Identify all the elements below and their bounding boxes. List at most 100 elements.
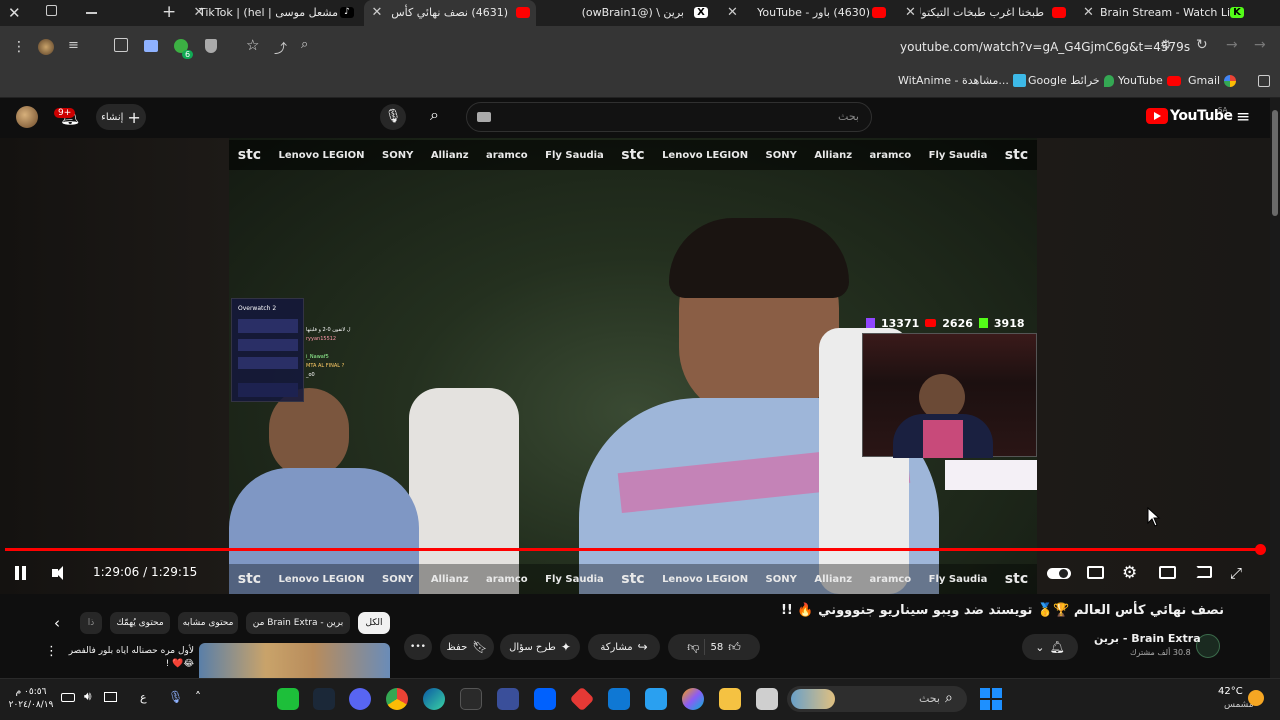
rec-thumbnail[interactable] — [199, 643, 390, 678]
bookmark-witanime[interactable]: WitAnime - مشاهدة... — [898, 74, 1026, 87]
zoom-icon[interactable]: ⌕ — [301, 37, 308, 52]
settings-button[interactable]: ⚙ — [1122, 563, 1142, 583]
tab-youtube-bawr[interactable]: (4630) باور - YouTube — [742, 0, 902, 26]
close-window-icon[interactable]: ✕ — [8, 4, 21, 22]
xbox-app-icon[interactable] — [277, 688, 299, 710]
chip-from-channel[interactable]: من Brain Extra - برين — [246, 612, 350, 634]
share-button[interactable]: مشاركة ↪ — [588, 634, 660, 660]
extensions-icon[interactable] — [114, 38, 128, 52]
extension-icon[interactable] — [144, 40, 158, 52]
clock[interactable]: ٠٥:٥٦ م ٢٠٢٤/٠٨/١٩ — [8, 686, 54, 712]
miniplayer-button[interactable] — [1158, 563, 1178, 583]
more-actions-button[interactable]: ••• — [404, 634, 432, 660]
fullscreen-button[interactable]: ⤢ — [1230, 563, 1250, 583]
file-explorer-icon[interactable] — [719, 688, 741, 710]
search-button-icon[interactable]: ⌕ — [430, 105, 439, 125]
launcher-icon[interactable] — [497, 688, 519, 710]
youtube-header: 🔔︎ 9+ إنشاء + 🎙︎ ⌕ بحث YouTube SA ≡ — [0, 98, 1270, 138]
tab-tiktok[interactable]: ✕ مشعل موسى | TikTok | (hel ♪ — [188, 0, 363, 26]
youtube-icon — [1052, 7, 1066, 18]
tab-kick[interactable]: Brain Stream - Watch Live K — [1100, 0, 1250, 26]
pause-button[interactable] — [12, 563, 32, 583]
chrome-icon[interactable] — [386, 688, 408, 710]
save-button[interactable]: حفظ 🔖︎ — [440, 634, 494, 660]
bookmark-star-icon[interactable]: ☆ — [246, 36, 259, 54]
search-input[interactable]: بحث — [466, 102, 872, 132]
mic-tray-icon[interactable]: 🎙︎ — [168, 690, 183, 704]
subscribed-button[interactable]: ⌄ 🔔︎ — [1022, 634, 1078, 660]
video-title: نصف نهائي كأس العالم 🏆🥇 تويستد ضد ويبو س… — [780, 603, 1224, 618]
subtitles-button[interactable] — [1086, 563, 1106, 583]
tab-search-icon[interactable]: ≡ — [68, 38, 79, 53]
forward-icon[interactable]: → — [1226, 37, 1238, 53]
start-windows-icon[interactable] — [980, 688, 1002, 710]
close-tab-icon[interactable]: ✕ — [727, 5, 738, 20]
new-tab-icon[interactable]: + — [162, 2, 176, 22]
tab-active-video[interactable]: ✕ (4631) نصف نهائي كأس — [364, 0, 536, 26]
taskbar-search[interactable]: بحث ⌕ — [787, 686, 967, 712]
dropbox-icon[interactable] — [534, 688, 556, 710]
rec-menu-icon[interactable]: ⋮ — [45, 644, 58, 659]
dislike-button[interactable]: 👎︎ — [687, 640, 699, 655]
url-text[interactable]: youtube.com/watch?v=gA_G4GjmC6g&t=4579s — [900, 40, 1190, 54]
back-icon[interactable]: → — [1254, 37, 1266, 53]
autoplay-toggle[interactable] — [1047, 563, 1071, 583]
weather-widget[interactable]: 42°C مشمس — [1200, 686, 1274, 714]
adblock-shield-icon[interactable] — [205, 39, 217, 53]
bookmark-youtube[interactable]: YouTube — [1118, 74, 1181, 87]
viewer-stats: 13371 2626 3918 — [866, 315, 1036, 331]
chips-prev-icon[interactable]: ‹ — [54, 614, 60, 632]
share-icon[interactable]: ⤴ — [274, 38, 287, 57]
input-language[interactable]: ع — [140, 691, 147, 704]
create-button[interactable]: إنشاء + — [96, 104, 146, 130]
bell-icon: 🔔︎ — [1049, 640, 1065, 654]
restore-window-icon[interactable] — [46, 5, 57, 16]
tab-x[interactable]: برين \ (@owBrain1) X — [538, 0, 713, 26]
window-app-icon[interactable] — [756, 688, 778, 710]
close-tab-icon[interactable]: ✕ — [905, 5, 916, 20]
volume-tray-icon[interactable]: 🔊︎ — [84, 689, 92, 704]
copilot-icon[interactable] — [682, 688, 704, 710]
reload-icon[interactable]: ↻ — [1196, 37, 1208, 53]
chip-recommended[interactable]: محتوى يُهمّك — [110, 612, 170, 634]
voice-search-icon[interactable]: 🎙︎ — [380, 104, 406, 130]
menu-dots-icon[interactable]: ⋮ — [12, 39, 26, 55]
close-tab-icon[interactable]: ✕ — [370, 6, 384, 20]
page-scrollbar-thumb[interactable] — [1272, 110, 1278, 216]
ask-button[interactable]: طرح سؤال ✦ — [500, 634, 580, 660]
all-bookmarks-icon[interactable] — [1258, 75, 1270, 87]
edge-icon[interactable] — [423, 688, 445, 710]
keyboard-icon[interactable] — [477, 112, 491, 122]
bookmark-maps[interactable]: خرائط Google — [1028, 74, 1114, 87]
bookmark-gmail[interactable]: Gmail — [1188, 74, 1237, 87]
battery-icon[interactable] — [61, 693, 75, 702]
chip-all[interactable]: الكل — [358, 612, 390, 634]
epic-games-icon[interactable] — [460, 688, 482, 710]
site-settings-icon[interactable]: ⚙ — [1160, 38, 1172, 53]
tab-cooking[interactable]: طبخنا اغرب طبخات التيكتوك — [920, 0, 1080, 26]
youtube-logo-icon[interactable] — [1146, 108, 1168, 124]
network-icon[interactable] — [104, 692, 117, 702]
close-tab-icon[interactable]: ✕ — [1083, 5, 1094, 20]
cast-button[interactable] — [1195, 563, 1215, 583]
tray-chevron-icon[interactable]: ˄ — [195, 690, 201, 704]
hamburger-menu-icon[interactable]: ≡ — [1236, 107, 1250, 127]
sponsor-banner-top: stc Lenovo LEGION SONY Allianz aramco Fl… — [229, 140, 1037, 170]
store-icon[interactable] — [645, 688, 667, 710]
user-avatar[interactable] — [16, 106, 38, 128]
rec-title[interactable]: لأول مره حصناله اياه بلور فالفصر 😂❤️ ! — [64, 645, 194, 671]
profile-avatar[interactable] — [38, 39, 54, 55]
discord-icon[interactable] — [349, 688, 371, 710]
channel-name[interactable]: برين - Brain Extra — [1094, 632, 1201, 645]
plus-icon: + — [127, 107, 141, 127]
like-count[interactable]: 58 — [710, 642, 723, 653]
like-button-icon[interactable]: 👍︎ — [728, 640, 741, 655]
chip-partial[interactable]: ذا — [80, 612, 102, 634]
steam-icon[interactable] — [313, 688, 335, 710]
volume-button[interactable] — [50, 563, 70, 583]
miniplayer-icon — [1159, 566, 1176, 579]
chip-related[interactable]: محتوى مشابه — [178, 612, 238, 634]
search-icon: ⌕ — [945, 690, 953, 706]
minimize-window-icon[interactable] — [86, 12, 97, 14]
outlook-icon[interactable] — [608, 688, 630, 710]
